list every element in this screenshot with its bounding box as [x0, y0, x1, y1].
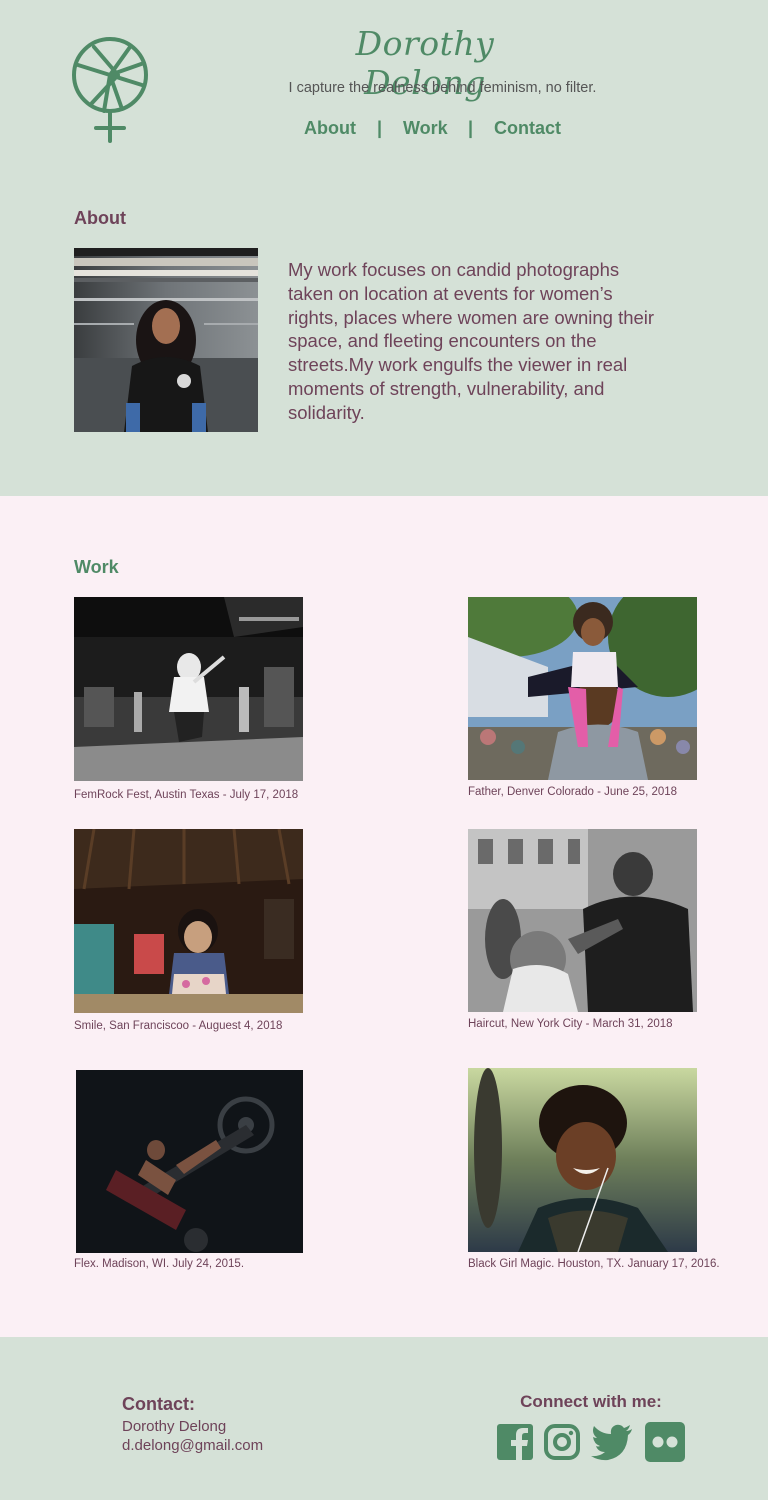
child-smile-photo[interactable] [74, 829, 303, 1013]
footer: Contact: Dorothy Delong d.delong@gmail.c… [0, 1337, 768, 1500]
work-heading: Work [74, 557, 119, 577]
nav-separator: | [468, 118, 474, 138]
work-caption: Black Girl Magic. Houston, TX. January 1… [468, 1258, 720, 1270]
concert-photo[interactable] [74, 597, 303, 781]
connect-label: Connect with me: [520, 1392, 662, 1411]
main-nav: About | Work | Contact [300, 118, 570, 144]
flickr-icon[interactable] [644, 1421, 686, 1463]
header: Dorothy Delong I capture the realness be… [0, 0, 768, 496]
woman-laughing-photo[interactable] [468, 1068, 697, 1252]
nav-work-link[interactable]: Work [403, 118, 448, 139]
facebook-icon[interactable] [496, 1423, 534, 1461]
work-caption: FemRock Fest, Austin Texas - July 17, 20… [74, 789, 299, 801]
haircut-photo[interactable] [468, 829, 697, 1012]
work-caption: Father, Denver Colorado - June 25, 2018 [468, 786, 678, 798]
work-section: Work FemRock Fest, Austin Texas - July 1… [0, 496, 768, 1337]
instagram-icon[interactable] [543, 1423, 581, 1461]
nav-about-link[interactable]: About [304, 118, 356, 139]
gym-photo[interactable] [76, 1070, 303, 1253]
contact-label: Contact: [122, 1394, 195, 1414]
work-caption: Haircut, New York City - March 31, 2018 [468, 1018, 673, 1030]
twitter-icon[interactable] [590, 1423, 634, 1461]
about-heading: About [74, 208, 126, 228]
camera-aperture-venus-logo [72, 37, 148, 143]
nav-contact-link[interactable]: Contact [494, 118, 561, 139]
work-caption: Smile, San Franciscoo - Auguest 4, 2018 [74, 1020, 283, 1032]
about-description: My work focuses on candid photographs ta… [288, 259, 655, 423]
work-caption: Flex. Madison, WI. July 24, 2015. [74, 1258, 245, 1270]
contact-email[interactable]: d.delong@gmail.com [122, 1437, 263, 1454]
tagline: I capture the realness behind feminism, … [288, 80, 597, 96]
father-daughter-photo[interactable] [468, 597, 697, 780]
contact-name: Dorothy Delong [122, 1418, 227, 1435]
nav-separator: | [377, 118, 383, 138]
portrait-photo [74, 248, 258, 432]
